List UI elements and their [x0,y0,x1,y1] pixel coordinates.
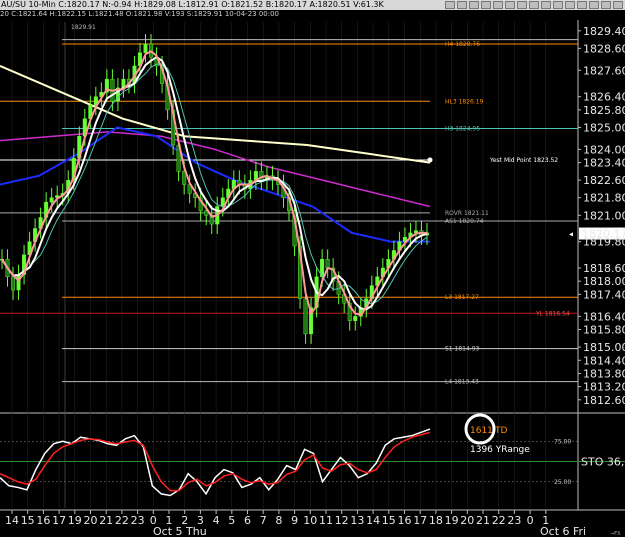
level-label: L3 1817.27 [445,294,479,301]
time-tick-label: 20 [460,514,474,527]
level-label: H3 1824.95 [445,126,480,133]
candle-body [353,316,358,321]
candle-body [11,276,16,291]
time-tick-label: 0 [527,514,534,527]
price-tick-label: 1829.40 [583,25,625,38]
price-tick-label: 1827.60 [583,64,625,77]
time-tick-label: 4 [213,514,220,527]
price-tick-label: 1818.00 [583,275,625,288]
td-suffix: TD [494,426,507,436]
price-tick-label: 1813.80 [583,367,625,380]
time-tick-label: 15 [21,514,35,527]
price-tick-label: 1826.40 [583,91,625,104]
time-tick-label: 15 [382,514,396,527]
level-label: S1 1814.93 [445,346,480,353]
price-tick-label: 1814.40 [583,354,625,367]
price-tick-label: 1819.80 [583,236,625,249]
time-tick-label: 17 [413,514,427,527]
candle-body [143,43,148,53]
time-tick-label: 13 [350,514,364,527]
time-tick-label: 22 [492,514,506,527]
level-label: 1829.91 [71,24,96,31]
pink-ma-line [1,50,427,316]
sto-label: STO 36, [581,456,624,469]
time-tick-label: 21 [99,514,113,527]
time-tick-label: 17 [52,514,66,527]
date-label-fri: Oct 6 Fri [540,525,586,537]
price-tick-label: 1817.40 [583,288,625,301]
price-tick-label: 1825.00 [583,121,625,134]
price-marker: ◂ [569,230,573,239]
price-tick-label: 1821.00 [583,209,625,222]
level-label: YL 1816.54 [535,310,570,317]
blue-ma-line [0,126,430,243]
time-tick-label: 6 [244,514,251,527]
time-tick-label: 23 [131,514,145,527]
time-tick-label: 7 [260,514,267,527]
time-tick-label: 8 [275,514,282,527]
price-tick-label: 1813.20 [583,381,625,394]
yellow-long-ema-line [0,65,431,164]
teal-ma-line [1,63,428,305]
yrange-text: 1396 YRange [470,445,530,455]
level-label: H4 1828.76 [445,41,480,48]
time-tick-label: 11 [319,514,333,527]
time-tick-label: 18 [429,514,443,527]
level-label: L4 1813.43 [445,379,479,386]
price-tick-label: 1823.40 [583,157,625,170]
price-tick-label: 1821.80 [583,192,625,205]
time-tick-label: 14 [366,514,380,527]
price-chart[interactable]: 1829.91 H4 1828.76 HL3 1826.19 H3 1824.95 Ye… [0,0,625,537]
price-tick-label: 1815.00 [583,341,625,354]
time-tick-label: 12 [335,514,349,527]
time-tick-label: 16 [398,514,412,527]
price-tick-label: 1812.60 [583,394,625,407]
price-tick-label: 1828.60 [583,42,625,55]
time-tick-label: 21 [476,514,490,527]
level-label: ROVR 1821.11 [445,210,489,217]
candle-body [303,298,308,335]
level-label: HL3 1826.19 [445,98,484,105]
price-tick-label: 1815.80 [583,324,625,337]
candle-body [49,197,54,203]
time-tick-label: 23 [507,514,521,527]
candle-body [325,259,330,269]
time-tick-label: 9 [291,514,298,527]
candle-body [16,274,21,291]
price-tick-label: 1822.60 [583,174,625,187]
time-tick-label: 22 [115,514,129,527]
time-tick-label: 10 [303,514,317,527]
corner-label: →FX [610,531,621,537]
time-tick-label: 16 [36,514,50,527]
sto-tick-label: 25.00 [554,479,571,486]
price-tick-label: 1816.40 [583,310,625,323]
price-tick-label: 1825.80 [583,104,625,117]
level-label: Yest Mid Point 1823.52 [489,157,558,164]
sto-tick-label: 75.00 [554,438,571,445]
level-label: AS1 1820.74 [445,218,484,225]
price-tick-label: 1818.60 [583,262,625,275]
date-label-thu: Oct 5 Thu [153,525,207,537]
time-tick-label: 14 [5,514,19,527]
time-tick-label: 19 [445,514,459,527]
sto-line-fast [0,428,431,497]
price-tick-label: 1824.00 [583,143,625,156]
time-tick-label: 19 [68,514,82,527]
time-tick-label: 5 [228,514,235,527]
time-tick-label: 20 [84,514,98,527]
td-value: 1611 [470,426,493,436]
